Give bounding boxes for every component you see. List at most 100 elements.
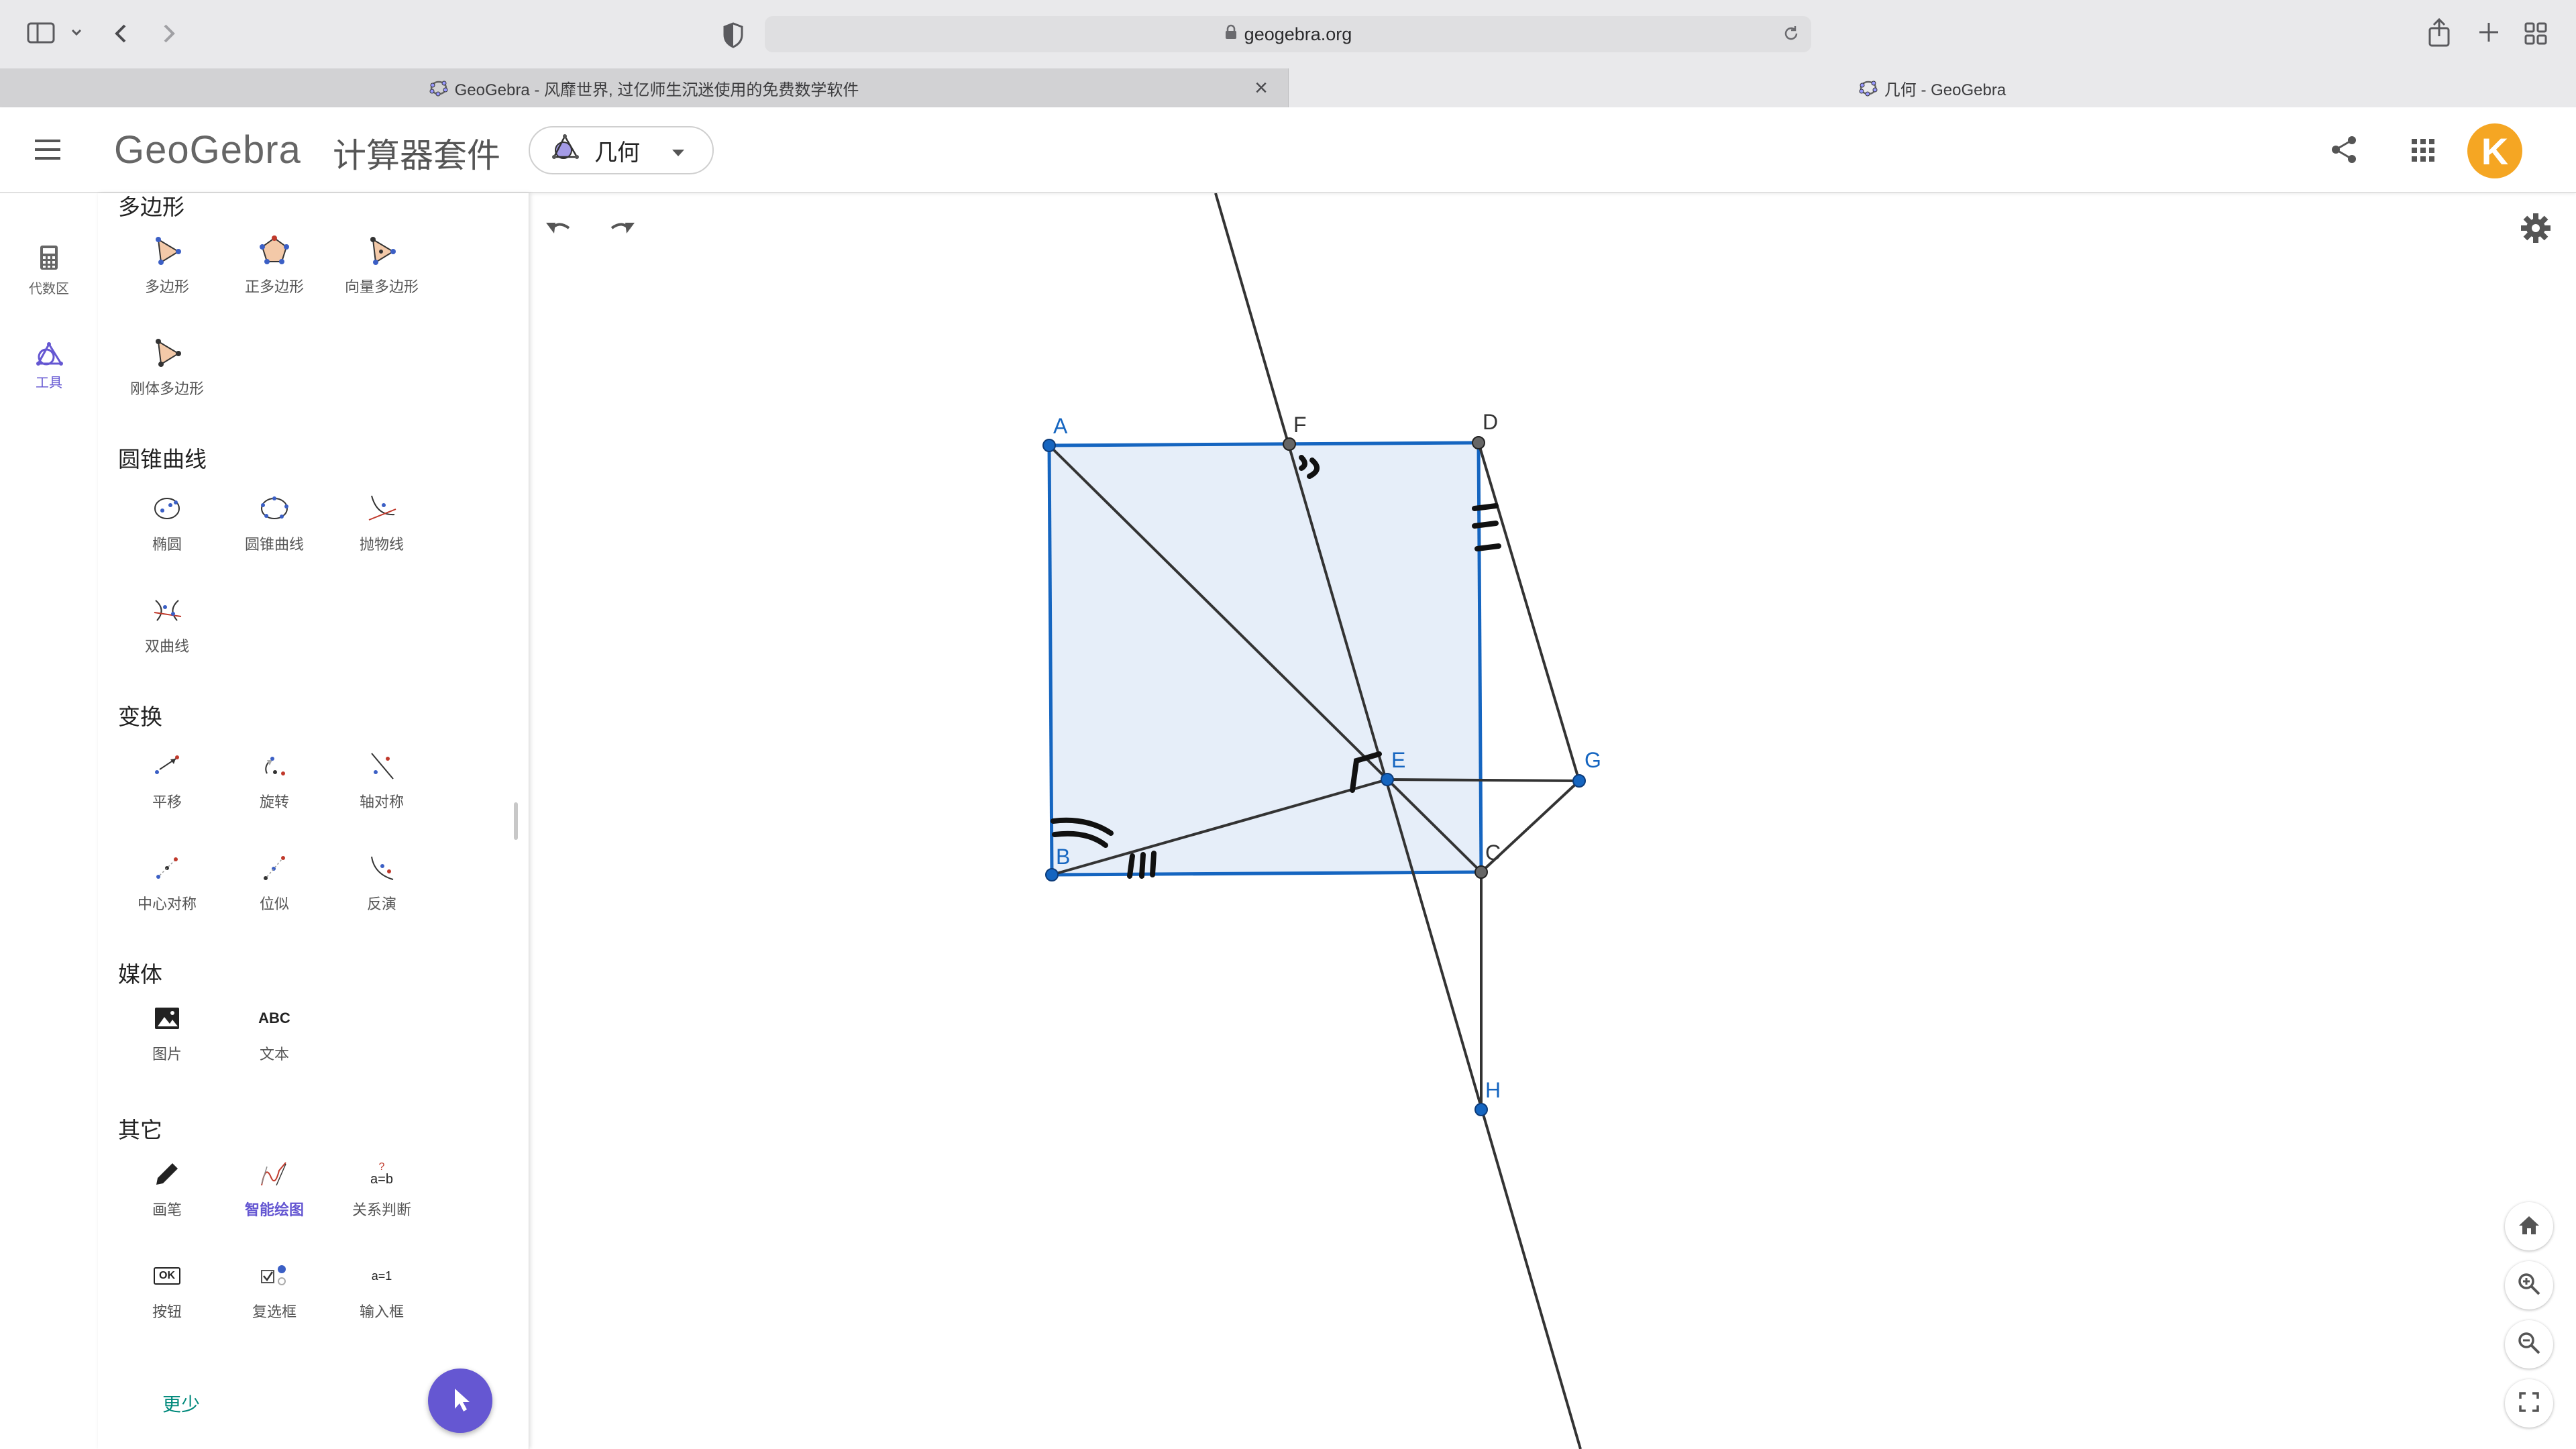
tool-conic[interactable]: 圆锥曲线: [221, 488, 328, 554]
tool-label: 按钮: [152, 1303, 182, 1320]
abc-glyph: ABC: [258, 1010, 290, 1026]
rail-item-algebra[interactable]: 代数区: [0, 244, 98, 297]
tab-title: 几何 - GeoGebra: [1884, 80, 2006, 99]
forward-icon[interactable]: [158, 20, 178, 50]
tool-rotate[interactable]: 旋转: [221, 746, 328, 812]
section-title-polygon: 多边形: [118, 195, 184, 219]
relation-icon: ? a=b: [328, 1154, 435, 1194]
zoom-out-button[interactable]: [2505, 1320, 2553, 1368]
reflect-point-icon: [113, 848, 221, 888]
calculator-icon: [0, 244, 98, 275]
tool-vector-polygon[interactable]: 向量多边形: [328, 231, 435, 297]
new-tab-icon[interactable]: [2477, 20, 2501, 48]
point-c: [1474, 865, 1488, 879]
less-tools-link[interactable]: 更少: [162, 1390, 200, 1417]
tool-reflect-point[interactable]: 中心对称: [113, 848, 221, 914]
tool-label: 中心对称: [137, 896, 197, 912]
tab-close-icon[interactable]: ×: [1254, 75, 1268, 101]
label-g: G: [1585, 748, 1601, 772]
geogebra-brand[interactable]: GeoGebra: [114, 127, 301, 172]
tool-label: 多边形: [144, 278, 189, 295]
geogebra-logo-icon: [429, 78, 448, 97]
share-icon[interactable]: [2329, 134, 2360, 168]
tab-bar: GeoGebra - 风靡世界, 过亿师生沉迷使用的免费数学软件 × 几何 - …: [0, 68, 2576, 108]
reflect-line-icon: [328, 746, 435, 786]
text-icon: ABC: [221, 998, 328, 1038]
tool-hyperbola[interactable]: 双曲线: [113, 590, 221, 656]
construction-canvas[interactable]: A B C D E F G H: [530, 193, 2576, 1449]
tool-relation[interactable]: ? a=b 关系判断: [328, 1154, 435, 1220]
share-browser-icon[interactable]: [2426, 17, 2453, 52]
point-g: [1572, 774, 1586, 788]
user-avatar[interactable]: K: [2467, 123, 2522, 178]
reload-icon[interactable]: [1782, 24, 1801, 48]
cursor-arrow-icon: [448, 1386, 472, 1416]
tool-label: 画笔: [152, 1201, 182, 1218]
tool-label: 轴对称: [359, 794, 404, 810]
shield-icon[interactable]: [722, 21, 745, 52]
browser-tab-geometry[interactable]: 几何 - GeoGebra: [1289, 68, 2576, 107]
polygon-icon: [113, 231, 221, 271]
chevron-down-icon[interactable]: [70, 24, 83, 44]
back-icon[interactable]: [111, 20, 131, 50]
tool-checkbox[interactable]: 复选框: [221, 1256, 328, 1322]
browser-toolbar: geogebra.org: [0, 0, 2576, 68]
zoom-out-icon: [2517, 1331, 2541, 1358]
tool-label: 刚体多边形: [129, 380, 204, 397]
tool-label: 椭圆: [152, 536, 182, 553]
rail-item-tools[interactable]: 工具: [0, 342, 98, 391]
tool-button[interactable]: OK 按钮: [113, 1256, 221, 1322]
graphics-view[interactable]: A B C D E F G H: [530, 193, 2576, 1449]
tool-ellipse[interactable]: 椭圆: [113, 488, 221, 554]
move-tool-button[interactable]: [428, 1368, 492, 1433]
relation-glyph: a=b: [370, 1172, 393, 1187]
label-h: H: [1485, 1078, 1501, 1102]
tool-label: 旋转: [259, 794, 289, 810]
point-h: [1474, 1103, 1488, 1116]
tool-label: 图片: [152, 1046, 182, 1063]
ellipse-icon: [113, 488, 221, 529]
tool-text[interactable]: ABC 文本: [221, 998, 328, 1064]
relation-question-glyph: ?: [378, 1161, 385, 1173]
rigid-polygon-icon: [113, 333, 221, 373]
tool-regular-polygon[interactable]: 正多边形: [221, 231, 328, 297]
tool-input-box[interactable]: a=1 输入框: [328, 1256, 435, 1322]
tools-panel: 多边形 多边形 正多边形 向量多边形 刚体多边形 圆锥曲线 椭圆 圆锥曲线 抛物…: [98, 193, 529, 1449]
home-view-button[interactable]: [2505, 1202, 2553, 1250]
segment-d-g: [1477, 442, 1580, 782]
fullscreen-button[interactable]: [2505, 1379, 2553, 1428]
app-switcher[interactable]: 几何: [529, 126, 714, 174]
section-title-other: 其它: [118, 1118, 162, 1142]
tool-rigid-polygon[interactable]: 刚体多边形: [113, 333, 221, 398]
sidebar-toggle-icon[interactable]: [27, 21, 56, 48]
checkbox-icon: [221, 1256, 328, 1296]
url-text: geogebra.org: [1244, 23, 1352, 44]
home-icon: [2518, 1214, 2540, 1239]
tool-polygon[interactable]: 多边形: [113, 231, 221, 297]
tool-dilate[interactable]: 位似: [221, 848, 328, 914]
tool-image[interactable]: 图片: [113, 998, 221, 1064]
input-box-icon: a=1: [328, 1256, 435, 1296]
apps-grid-icon[interactable]: [2411, 138, 2435, 166]
zoom-in-button[interactable]: [2505, 1261, 2553, 1309]
ok-glyph: OK: [154, 1267, 180, 1285]
menu-icon[interactable]: [32, 137, 63, 166]
tool-label: 位似: [259, 896, 289, 912]
browser-tab-geogebra-home[interactable]: GeoGebra - 风靡世界, 过亿师生沉迷使用的免费数学软件 ×: [0, 68, 1289, 107]
tool-reflect-line[interactable]: 轴对称: [328, 746, 435, 812]
tool-pen[interactable]: 画笔: [113, 1154, 221, 1220]
tools-scrollbar[interactable]: [514, 802, 518, 840]
tool-label: 双曲线: [144, 638, 189, 655]
tool-label: 输入框: [359, 1303, 404, 1320]
point-f: [1283, 437, 1296, 451]
tool-invert[interactable]: 反演: [328, 848, 435, 914]
segment-e-g: [1387, 778, 1580, 782]
section-title-media: 媒体: [118, 962, 162, 987]
address-bar[interactable]: geogebra.org: [765, 16, 1811, 52]
app-switcher-label: 几何: [594, 140, 640, 166]
tool-translate[interactable]: 平移: [113, 746, 221, 812]
tool-label: 关系判断: [352, 1201, 411, 1218]
tool-smart-draw[interactable]: 智能绘图: [221, 1154, 328, 1220]
tab-overview-icon[interactable]: [2524, 21, 2548, 49]
tool-parabola[interactable]: 抛物线: [328, 488, 435, 554]
